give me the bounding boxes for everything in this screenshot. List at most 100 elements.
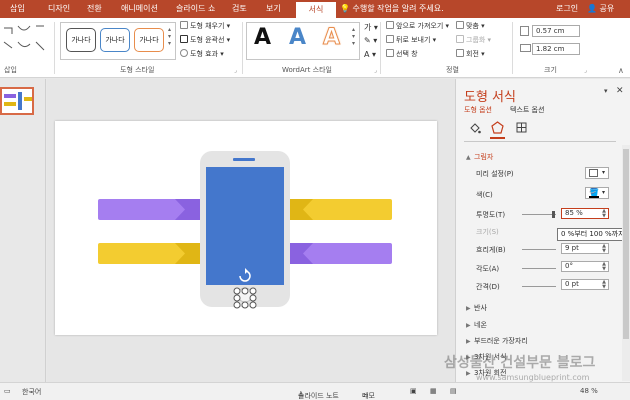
share-button[interactable]: 👤 공유: [587, 0, 614, 18]
rotate-label: 회전: [466, 50, 479, 58]
tab-view[interactable]: 보기: [266, 0, 281, 18]
shape-effect-button[interactable]: 도형 효과 ▾: [180, 49, 224, 60]
group-divider: [54, 22, 55, 74]
size-group-label: 크기: [544, 66, 557, 74]
group-button[interactable]: 그룹화 ▾: [456, 35, 491, 46]
gallery-more-icon[interactable]: ▴ ▾ ▾: [168, 26, 171, 47]
collapse-ribbon-icon[interactable]: ∧: [618, 66, 624, 75]
shape-style-1[interactable]: 가나다: [66, 28, 96, 52]
angle-slider[interactable]: [522, 268, 556, 269]
shape-effect-label: 도형 효과: [190, 50, 218, 58]
rotate-icon: [456, 49, 464, 57]
dialog-launcher-icon[interactable]: ⌟: [374, 67, 377, 74]
blur-input[interactable]: 9 pt ▲ ▼: [561, 243, 609, 254]
send-backward-icon: [386, 35, 394, 43]
presets-dropdown[interactable]: ▾: [585, 167, 609, 179]
login-link[interactable]: 로그인: [556, 0, 578, 18]
tab-format[interactable]: 서식: [296, 0, 336, 18]
bring-forward-label: 앞으로 가져오기: [396, 22, 444, 30]
bring-forward-button[interactable]: 앞으로 가져오기 ▾: [386, 21, 449, 32]
send-backward-button[interactable]: 뒤로 보내기 ▾: [386, 35, 436, 46]
shape-style-2[interactable]: 가나다: [100, 28, 130, 52]
zoom-level[interactable]: 48 %: [580, 387, 598, 395]
shadow-color-dropdown[interactable]: 🪣 ▾: [585, 187, 609, 199]
height-input[interactable]: 0.57 cm: [532, 25, 580, 37]
slide-thumbnail-1[interactable]: [0, 87, 34, 115]
tab-review[interactable]: 검토: [232, 0, 247, 18]
blur-slider[interactable]: [522, 249, 556, 250]
tab-design[interactable]: 디자인: [48, 0, 70, 18]
size-label: 크기(S): [476, 228, 499, 236]
arrange-group-label: 정렬: [446, 66, 459, 74]
dialog-launcher-icon[interactable]: ⌟: [584, 67, 587, 74]
spin-arrows-icon[interactable]: ▲ ▼: [602, 280, 606, 290]
caret-right-icon: ▶: [466, 338, 471, 345]
shape-gallery-icon[interactable]: [2, 22, 48, 58]
tell-me-box[interactable]: 💡 수행할 작업을 알려 주세요.: [340, 0, 444, 18]
tab-transitions[interactable]: 전환: [87, 0, 102, 18]
reading-view-icon[interactable]: ▤: [450, 387, 457, 395]
align-button[interactable]: 맞춤 ▾: [456, 21, 485, 32]
spin-arrows-icon[interactable]: ▲ ▼: [602, 262, 606, 272]
distance-input[interactable]: 0 pt ▲ ▼: [561, 279, 609, 290]
phone-screen[interactable]: [206, 167, 284, 285]
tab-shape-options[interactable]: 도형 옵션: [464, 105, 492, 115]
selection-pane-button[interactable]: 선택 창: [386, 49, 418, 60]
size-properties-icon[interactable]: [515, 121, 528, 134]
tab-text-options[interactable]: 텍스트 옵션: [510, 105, 544, 115]
width-input[interactable]: 1.82 cm: [532, 43, 580, 55]
wordart-group-label: WordArt 스타일: [282, 66, 332, 74]
notes-label: 슬라이드 노트: [298, 392, 339, 400]
section-soft-edges-label: 부드러운 가장자리: [474, 337, 528, 345]
close-icon[interactable]: ✕: [616, 86, 624, 96]
shape-outline-button[interactable]: 도형 윤곽선 ▾: [180, 35, 230, 46]
spin-arrows-icon[interactable]: ▲ ▼: [602, 209, 606, 219]
slide[interactable]: [55, 121, 437, 335]
spin-arrows-icon[interactable]: ▲ ▼: [602, 244, 606, 254]
section-glow[interactable]: ▶ 네온: [466, 320, 487, 330]
ribbon-tab-bar: 삽입 디자인 전환 애니메이션 슬라이드 쇼 검토 보기 서식 💡 수행할 작업…: [0, 0, 630, 18]
fill-line-icon[interactable]: [468, 121, 481, 134]
width-icon: [520, 44, 531, 52]
tab-animations[interactable]: 애니메이션: [121, 0, 158, 18]
section-shadow[interactable]: ▲ 그림자: [466, 152, 493, 162]
tab-slideshow[interactable]: 슬라이드 쇼: [176, 0, 215, 18]
wordart-style-blue[interactable]: A: [289, 25, 306, 50]
pane-options-dropdown-icon[interactable]: ▾: [604, 87, 608, 95]
shape-style-3[interactable]: 가나다: [134, 28, 164, 52]
transparency-input[interactable]: 85 % ▲ ▼: [561, 208, 609, 219]
angle-input[interactable]: 0° ▲ ▼: [561, 261, 609, 272]
active-tab-indicator: [490, 137, 505, 139]
group-divider: [380, 22, 381, 74]
transparency-slider-thumb[interactable]: [552, 211, 555, 218]
transparency-label: 투명도(T): [476, 211, 506, 219]
align-icon: [456, 21, 464, 29]
range-tooltip: 0 %부터 100 %까지: [557, 228, 627, 241]
effects-pentagon-icon[interactable]: [491, 121, 504, 134]
transparency-slider[interactable]: [522, 214, 556, 215]
text-fill-icon[interactable]: 가 ▾: [364, 22, 378, 33]
wordart-style-orange[interactable]: A: [322, 25, 340, 51]
shape-fill-button[interactable]: 도형 채우기 ▾: [180, 21, 230, 32]
gallery-more-icon[interactable]: ▴ ▾ ▾: [352, 26, 355, 47]
normal-view-icon[interactable]: ▣: [410, 387, 417, 395]
tab-insert[interactable]: 삽입: [10, 0, 25, 18]
text-effect-icon[interactable]: A ▾: [364, 50, 376, 59]
wordart-style-black[interactable]: A: [254, 25, 271, 50]
pane-scrollbar-thumb[interactable]: [623, 149, 629, 339]
section-reflection[interactable]: ▶ 반사: [466, 303, 487, 313]
tell-me-text: 수행할 작업을 알려 주세요.: [352, 4, 444, 13]
lightbulb-icon: 💡: [340, 4, 350, 13]
slide-sorter-icon[interactable]: ▦: [430, 387, 437, 395]
section-soft-edges[interactable]: ▶ 부드러운 가장자리: [466, 336, 528, 346]
language-indicator[interactable]: 한국어: [22, 387, 41, 397]
caret-right-icon: ▶: [466, 305, 471, 312]
phone-speaker: [233, 158, 255, 161]
slide-indicator-icon: ▭: [4, 387, 11, 395]
section-glow-label: 네온: [474, 321, 487, 329]
distance-slider[interactable]: [522, 286, 556, 287]
text-outline-icon[interactable]: ✎ ▾: [364, 36, 377, 45]
pane-scrollbar[interactable]: [622, 145, 630, 381]
dialog-launcher-icon[interactable]: ⌟: [234, 67, 237, 74]
rotate-button[interactable]: 회전 ▾: [456, 49, 485, 60]
